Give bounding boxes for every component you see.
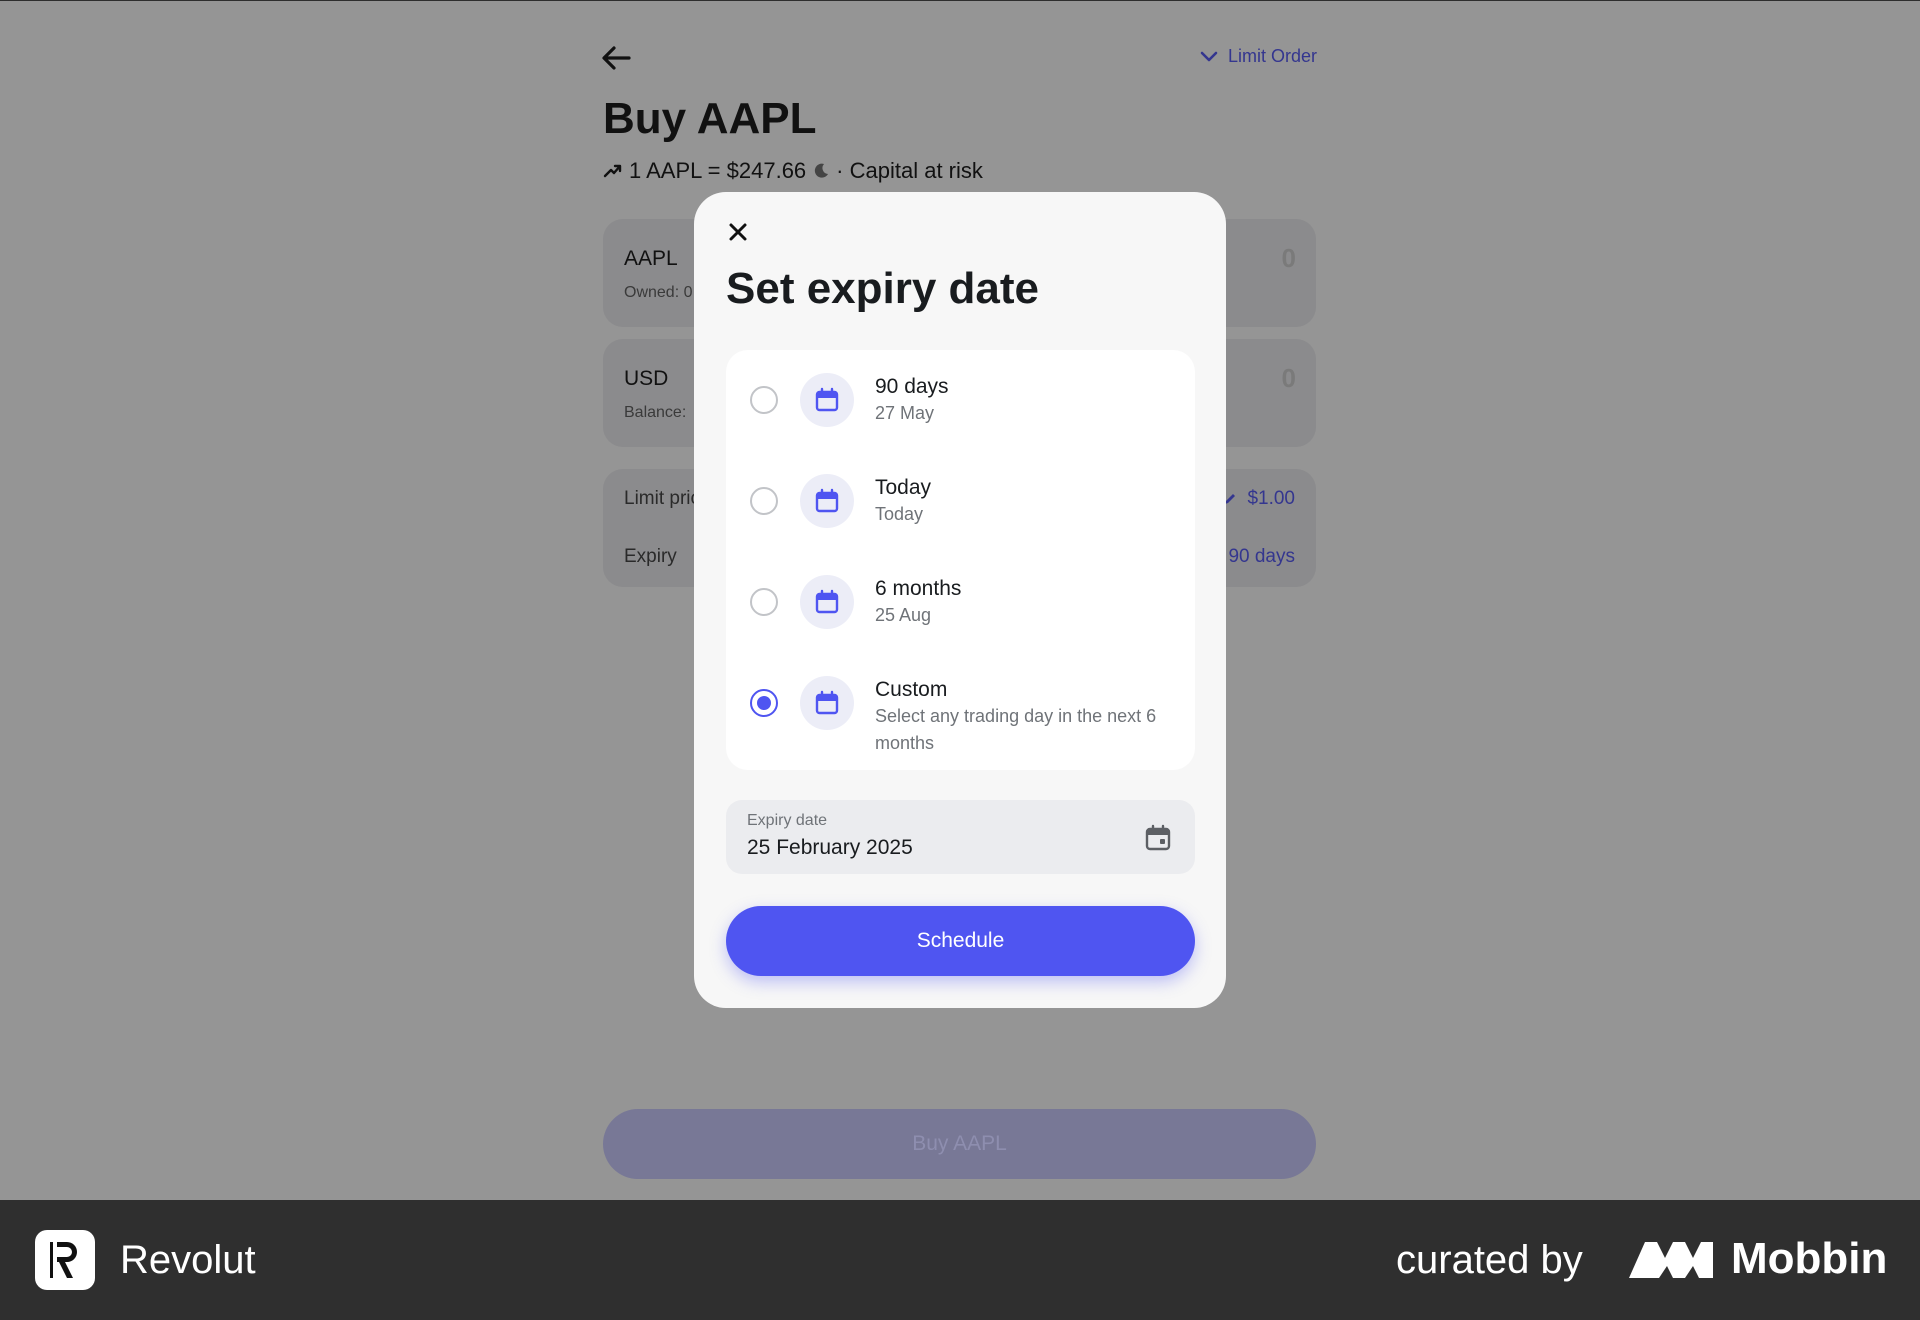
limit-price-amount: $1.00 (1247, 488, 1295, 509)
curated-by-text: curated by (1396, 1238, 1583, 1282)
option-subtitle: 27 May (875, 403, 935, 423)
option-title: 90 days (875, 375, 949, 398)
option-6-months[interactable]: 6 months 25 Aug (726, 552, 1195, 652)
option-subtitle: Select any trading day in the next 6 mon… (875, 706, 1157, 753)
page-title: Buy AAPL (603, 94, 817, 143)
mobbin-logo (1629, 1242, 1713, 1278)
calendar-icon (800, 676, 854, 730)
option-custom[interactable]: Custom Select any trading day in the nex… (726, 653, 1195, 770)
option-title: Custom (875, 678, 948, 701)
calendar-icon (800, 373, 854, 427)
radio-button[interactable] (750, 588, 778, 616)
radio-button-selected[interactable] (750, 689, 778, 717)
cash-balance: Balance: (624, 404, 687, 421)
cash-amount: 0 (1281, 363, 1296, 393)
option-90-days[interactable]: 90 days 27 May (726, 350, 1195, 450)
option-today[interactable]: Today Today (726, 451, 1195, 551)
rate-line: 1 AAPL = $247.66 · Capital at risk (603, 158, 983, 184)
cash-label: USD (624, 367, 669, 390)
asset-label: AAPL (624, 247, 678, 270)
expiry-value[interactable]: 90 days (1228, 546, 1295, 568)
order-type-dropdown[interactable]: Limit Order (1200, 46, 1317, 67)
trending-up-icon (603, 164, 622, 178)
schedule-button[interactable]: Schedule (726, 906, 1195, 976)
option-subtitle: 25 Aug (875, 605, 932, 625)
back-button[interactable] (600, 44, 632, 72)
radio-button[interactable] (750, 386, 778, 414)
moon-icon (815, 163, 829, 178)
arrow-left-icon (602, 46, 631, 70)
expiry-modal: Set expiry date 90 days 27 May Today Tod… (694, 192, 1226, 1008)
risk-text: · Capital at risk (836, 158, 983, 183)
asset-amount: 0 (1281, 243, 1296, 273)
brand-name: Revolut (120, 1238, 256, 1282)
rate-text: 1 AAPL = $247.66 (629, 158, 807, 183)
expiry-date-value: 25 February 2025 (747, 836, 913, 859)
close-icon (729, 223, 747, 241)
expiry-label: Expiry (624, 546, 677, 567)
footer-bar: Revolut curated by Mobbin (0, 1200, 1920, 1320)
limit-price-value[interactable]: $1.00 (1223, 488, 1295, 510)
radio-button[interactable] (750, 487, 778, 515)
chevron-down-icon (1200, 51, 1218, 61)
expiry-date-label: Expiry date (747, 812, 828, 829)
buy-button[interactable]: Buy AAPL (603, 1109, 1316, 1179)
option-subtitle: Today (875, 504, 924, 524)
curator-name: Mobbin (1731, 1234, 1888, 1283)
calendar-icon (800, 474, 854, 528)
calendar-picker-icon[interactable] (1143, 823, 1173, 853)
close-button[interactable] (724, 218, 752, 246)
expiry-date-field[interactable]: Expiry date 25 February 2025 (726, 800, 1195, 874)
revolut-logo (35, 1230, 95, 1290)
asset-owned: Owned: 0 (624, 284, 693, 301)
order-type-label: Limit Order (1227, 46, 1317, 66)
calendar-icon (800, 575, 854, 629)
modal-title: Set expiry date (726, 264, 1040, 313)
option-title: 6 months (875, 577, 962, 600)
option-title: Today (875, 476, 932, 499)
expiry-options-list: 90 days 27 May Today Today 6 months 25 A… (726, 350, 1195, 770)
